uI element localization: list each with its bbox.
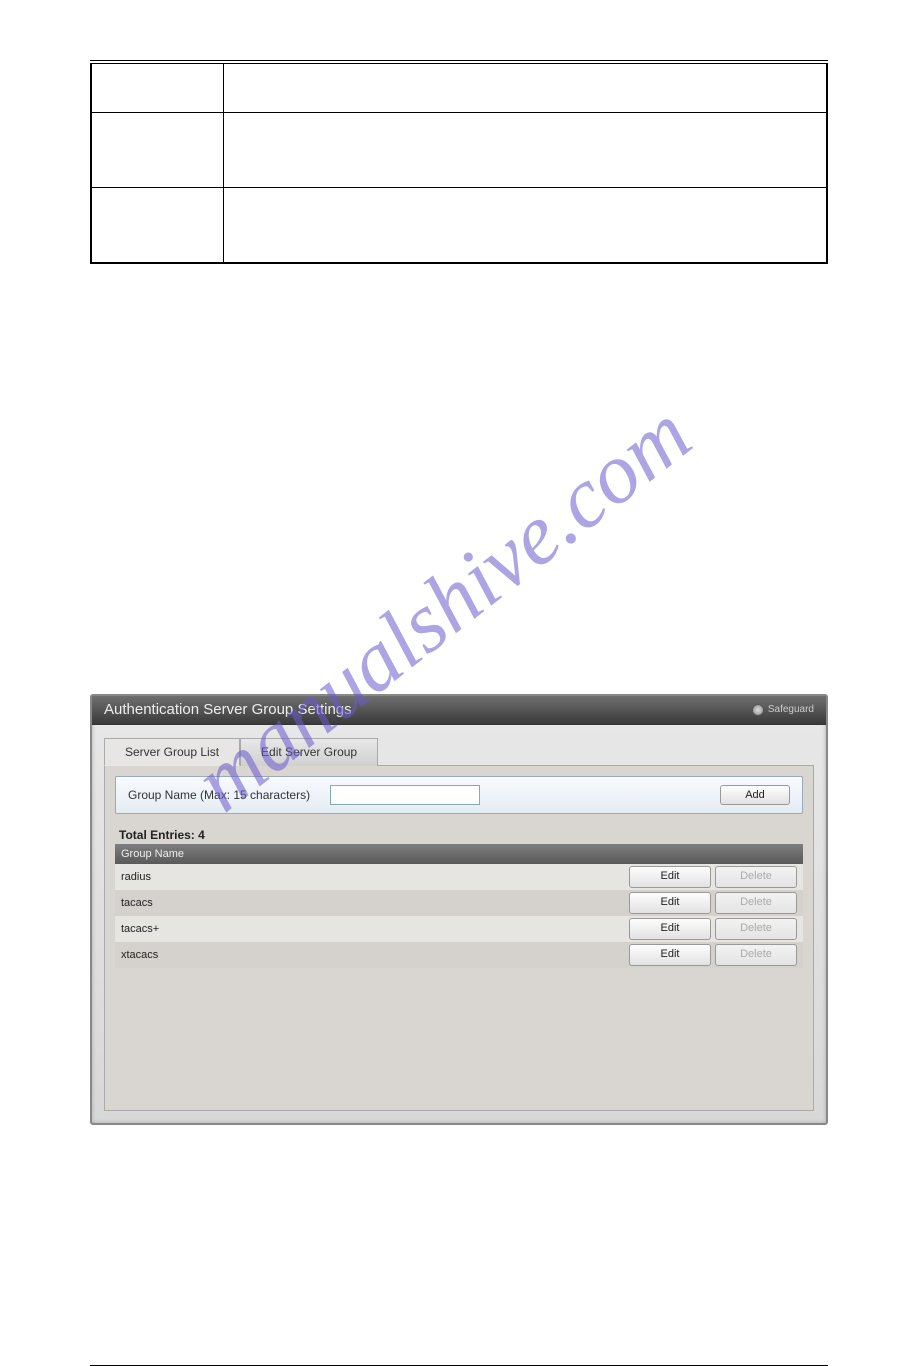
group-name-cell: tacacs (115, 890, 619, 916)
table-row: xtacacs EditDelete (115, 942, 803, 968)
delete-button: Delete (715, 892, 797, 914)
add-button[interactable]: Add (720, 785, 790, 805)
settings-panel: Authentication Server Group Settings Saf… (90, 694, 828, 1125)
column-header-name: Group Name (115, 844, 619, 864)
table-row: radius EditDelete (115, 864, 803, 890)
panel-title: Authentication Server Group Settings (104, 696, 352, 724)
safeguard-badge: Safeguard (752, 696, 814, 724)
edit-button[interactable]: Edit (629, 918, 711, 940)
delete-button: Delete (715, 944, 797, 966)
add-group-row: Group Name (Max: 15 characters) Add (115, 776, 803, 814)
tab-bar: Server Group List Edit Server Group (104, 737, 814, 765)
delete-button: Delete (715, 866, 797, 888)
tab-edit-server-group[interactable]: Edit Server Group (240, 738, 378, 766)
group-table: Group Name radiusEditDeletetacacsEditDel… (115, 844, 803, 968)
top-rule (90, 60, 828, 61)
edit-button[interactable]: Edit (629, 866, 711, 888)
group-name-cell: radius (115, 864, 619, 890)
delete-button: Delete (715, 918, 797, 940)
tab-server-group-list[interactable]: Server Group List (104, 738, 240, 766)
group-name-label: Group Name (Max: 15 characters) (128, 788, 310, 802)
edit-button[interactable]: Edit (629, 892, 711, 914)
tab-content: Group Name (Max: 15 characters) Add Tota… (104, 765, 814, 1111)
group-name-cell: xtacacs (115, 942, 619, 968)
total-entries-label: Total Entries: 4 (115, 826, 803, 844)
table-row: tacacs EditDelete (115, 890, 803, 916)
group-name-input[interactable] (330, 785, 480, 805)
edit-button[interactable]: Edit (629, 944, 711, 966)
safeguard-icon (752, 704, 764, 716)
parameter-table (90, 63, 828, 264)
table-row: tacacs+ EditDelete (115, 916, 803, 942)
group-name-cell: tacacs+ (115, 916, 619, 942)
